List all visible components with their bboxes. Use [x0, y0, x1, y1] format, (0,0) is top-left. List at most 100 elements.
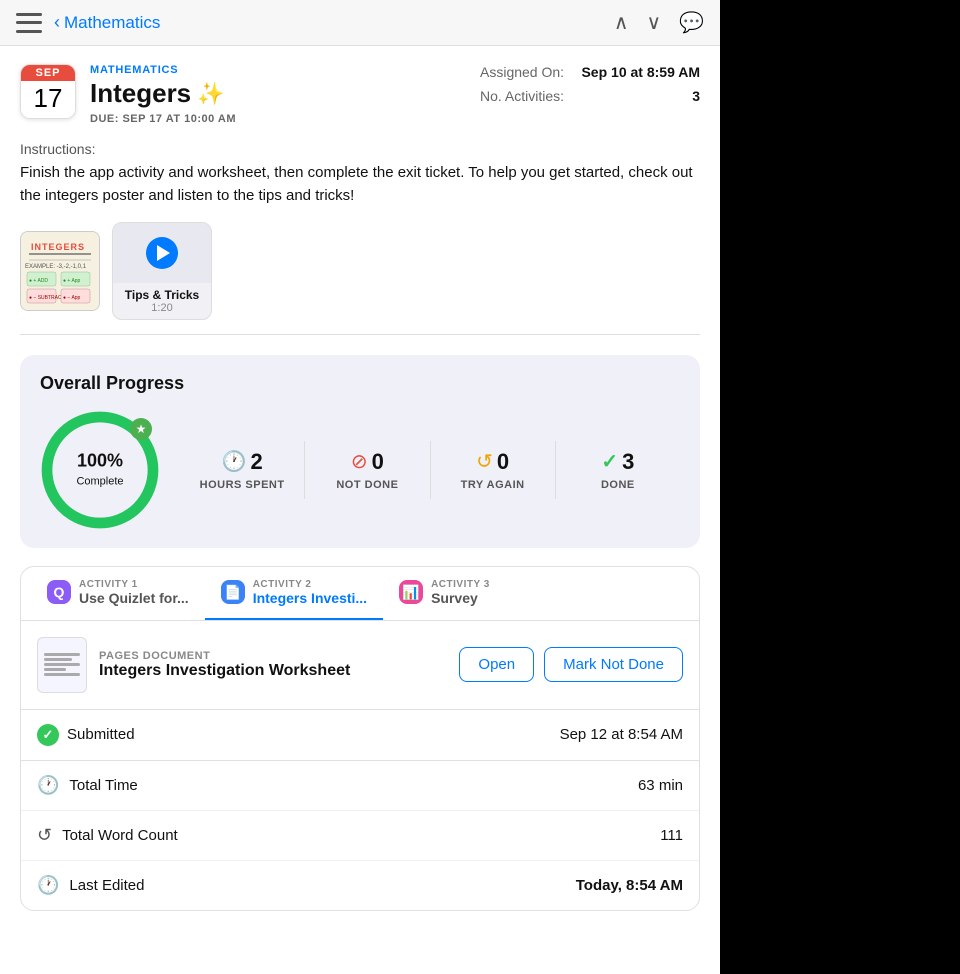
svg-text:● + App: ● + App [63, 278, 81, 284]
tips-tricks-video-attachment[interactable]: Tips & Tricks 1:20 [112, 222, 212, 320]
not-done-icon: ⊘ [351, 449, 368, 474]
sparkle-icon: ✨ [197, 81, 224, 107]
assignment-header: SEP 17 MATHEMATICS Integers ✨ DUE: SEP 1… [20, 64, 700, 125]
activity-3-num: ACTIVITY 3 [431, 579, 490, 590]
word-count-icon: ↺ [37, 825, 52, 846]
doc-line-5 [44, 673, 80, 676]
activity-2-label: ACTIVITY 2 Integers Investi... [253, 579, 367, 606]
try-again-icon: ↺ [476, 449, 493, 474]
attachments-row: INTEGERS EXAMPLE: -3,-2,-1,0,1 ● + ADD ●… [20, 222, 700, 335]
total-time-value: 63 min [638, 777, 683, 794]
due-date: DUE: SEP 17 AT 10:00 AM [90, 113, 236, 125]
not-done-stat: ⊘ 0 NOT DONE [305, 441, 430, 499]
word-count-label: Total Word Count [62, 827, 178, 844]
video-title: Tips & Tricks [125, 288, 199, 302]
activity-tab-3[interactable]: 📊 ACTIVITY 3 Survey [383, 567, 506, 620]
last-edited-label: Last Edited [69, 877, 144, 894]
submitted-check-icon: ✓ [37, 724, 59, 746]
progress-content: 100% Complete ★ 🕐 2 HOURS SPENT [40, 410, 680, 530]
back-button[interactable]: ‹ Mathematics [54, 12, 160, 33]
stat-top-hours: 🕐 2 [222, 449, 263, 475]
assigned-on-label: Assigned On: [480, 64, 564, 80]
done-desc: DONE [601, 479, 635, 491]
activity-3-icon: 📊 [399, 580, 423, 604]
integers-poster-svg: INTEGERS EXAMPLE: -3,-2,-1,0,1 ● + ADD ●… [21, 232, 99, 310]
document-info: PAGES DOCUMENT Integers Investigation Wo… [99, 650, 447, 680]
nav-right: ∧ ∨ 💬 [614, 10, 704, 35]
submitted-row: ✓ Submitted Sep 12 at 8:54 AM [21, 709, 699, 760]
nav-left: ‹ Mathematics [16, 12, 160, 33]
hours-value: 2 [250, 449, 262, 475]
doc-name: Integers Investigation Worksheet [99, 662, 447, 680]
no-activities-value: 3 [692, 88, 700, 104]
svg-text:● + ADD: ● + ADD [29, 278, 48, 284]
not-done-value: 0 [372, 449, 384, 475]
try-again-stat: ↺ 0 TRY AGAIN [431, 441, 556, 499]
activity-3-label: ACTIVITY 3 Survey [431, 579, 490, 606]
title-text: Integers [90, 78, 191, 109]
open-button[interactable]: Open [459, 647, 534, 682]
document-actions: Open Mark Not Done [459, 647, 683, 682]
last-edited-value: Today, 8:54 AM [576, 877, 683, 894]
sidebar-toggle-button[interactable] [16, 13, 42, 33]
submitted-date: Sep 12 at 8:54 AM [560, 726, 683, 743]
integers-poster-attachment[interactable]: INTEGERS EXAMPLE: -3,-2,-1,0,1 ● + ADD ●… [20, 231, 100, 311]
word-count-left: ↺ Total Word Count [37, 825, 178, 846]
done-checkmark-icon: ✓ [601, 449, 618, 474]
document-row: PAGES DOCUMENT Integers Investigation Wo… [37, 637, 683, 693]
stat-top-tryagain: ↺ 0 [476, 449, 509, 475]
no-activities-row: No. Activities: 3 [480, 88, 700, 104]
activity-tab-2[interactable]: 📄 ACTIVITY 2 Integers Investi... [205, 567, 383, 620]
activity-3-name: Survey [431, 590, 490, 606]
stat-top-done: ✓ 3 [601, 449, 634, 475]
assignment-title: Integers ✨ [90, 78, 236, 109]
activities-tabs: Q ACTIVITY 1 Use Quizlet for... 📄 ACTIVI… [21, 567, 699, 621]
done-stat: ✓ 3 DONE [556, 441, 680, 499]
subject-label: MATHEMATICS [90, 64, 236, 76]
last-edited-row: 🕐 Last Edited Today, 8:54 AM [21, 861, 699, 910]
submitted-left: ✓ Submitted [37, 724, 135, 746]
header-right: Assigned On: Sep 10 at 8:59 AM No. Activ… [480, 64, 700, 104]
document-thumbnail [37, 637, 87, 693]
submitted-label: Submitted [67, 726, 135, 743]
word-count-row: ↺ Total Word Count 111 [21, 811, 699, 861]
assigned-on-value: Sep 10 at 8:59 AM [581, 64, 700, 80]
play-triangle-icon [157, 245, 170, 261]
activity-2-icon: 📄 [221, 580, 245, 604]
svg-text:EXAMPLE: -3,-2,-1,0,1: EXAMPLE: -3,-2,-1,0,1 [25, 264, 87, 270]
total-time-label: Total Time [69, 777, 137, 794]
progress-title: Overall Progress [40, 373, 680, 394]
video-info: Tips & Tricks 1:20 [118, 283, 206, 319]
try-again-desc: TRY AGAIN [461, 479, 525, 491]
total-time-left: 🕐 Total Time [37, 775, 138, 796]
hours-spent-stat: 🕐 2 HOURS SPENT [180, 441, 305, 499]
total-time-row: 🕐 Total Time 63 min [21, 761, 699, 811]
doc-type-label: PAGES DOCUMENT [99, 650, 447, 662]
word-count-value: 111 [660, 827, 683, 844]
chevron-up-icon[interactable]: ∧ [614, 10, 629, 35]
activity-1-name: Use Quizlet for... [79, 590, 189, 606]
instructions-text: Finish the app activity and worksheet, t… [20, 161, 700, 208]
donut-star-icon: ★ [130, 418, 152, 440]
mark-not-done-button[interactable]: Mark Not Done [544, 647, 683, 682]
clock-icon: 🕐 [222, 449, 247, 474]
donut-label: Complete [76, 475, 123, 487]
activity-1-label: ACTIVITY 1 Use Quizlet for... [79, 579, 189, 606]
activity-1-num: ACTIVITY 1 [79, 579, 189, 590]
svg-text:INTEGERS: INTEGERS [31, 242, 85, 252]
svg-text:● − App: ● − App [63, 295, 81, 301]
svg-text:● − SUBTRACT: ● − SUBTRACT [29, 295, 65, 301]
comment-icon[interactable]: 💬 [679, 10, 704, 35]
activity-tab-1[interactable]: Q ACTIVITY 1 Use Quizlet for... [31, 567, 205, 620]
try-again-value: 0 [497, 449, 509, 475]
doc-line-4 [44, 668, 66, 671]
chevron-left-icon: ‹ [54, 12, 60, 33]
progress-donut: 100% Complete ★ [40, 410, 160, 530]
activities-section: Q ACTIVITY 1 Use Quizlet for... 📄 ACTIVI… [20, 566, 700, 911]
total-time-icon: 🕐 [37, 775, 59, 796]
calendar-month: SEP [21, 65, 75, 81]
hours-desc: HOURS SPENT [200, 479, 285, 491]
chevron-down-icon[interactable]: ∨ [646, 10, 661, 35]
no-activities-label: No. Activities: [480, 88, 564, 104]
instructions-label: Instructions: [20, 141, 700, 157]
